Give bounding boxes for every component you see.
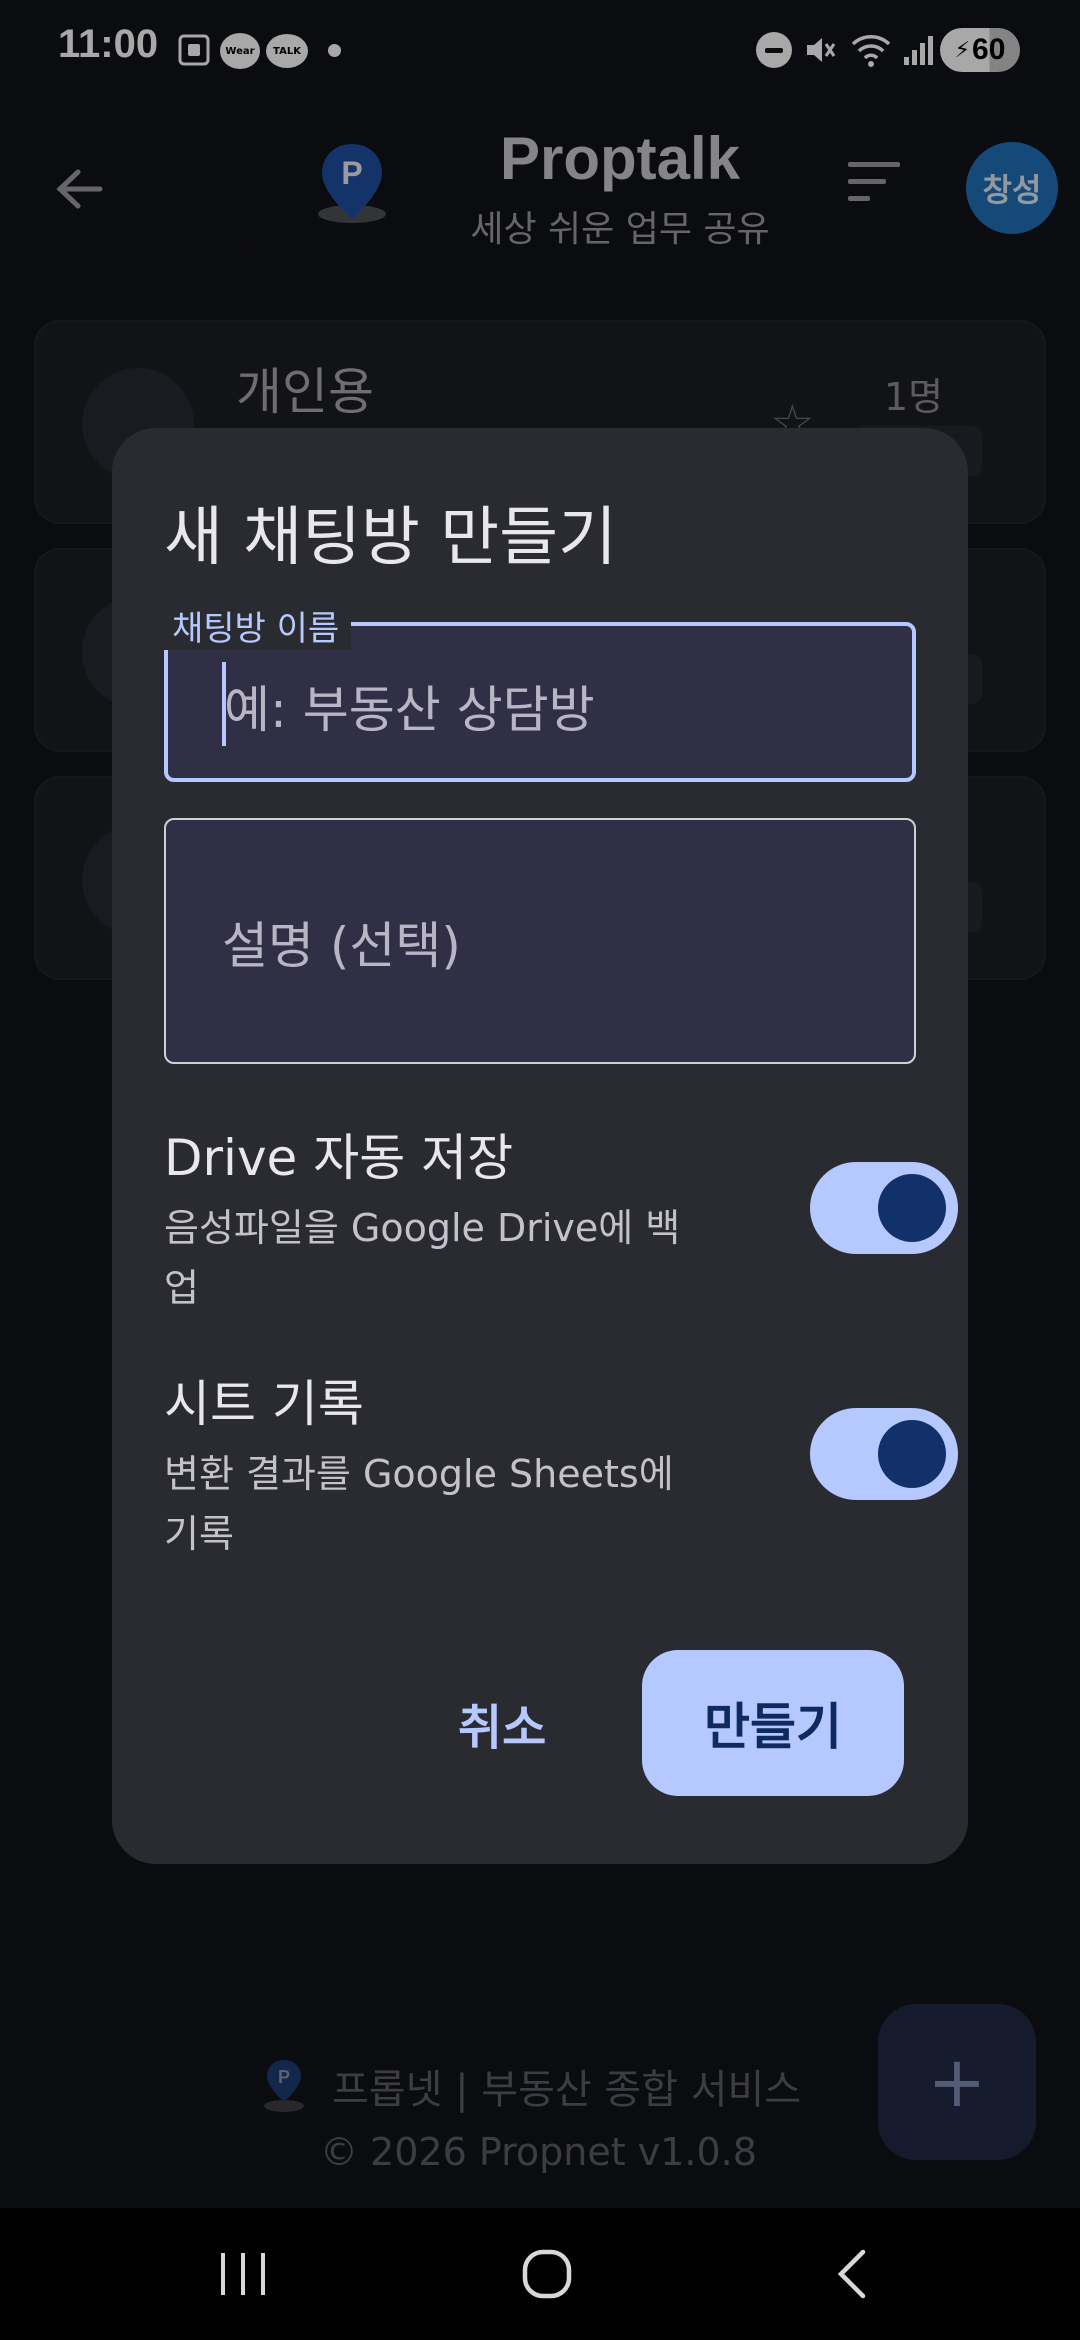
recent-apps-icon	[221, 2253, 225, 2295]
sheet-log-toggle[interactable]	[810, 1408, 958, 1500]
setting-title: Drive 자동 저장	[164, 1129, 514, 1187]
drive-autosave-setting: Drive 자동 저장 음성파일을 Google Drive에 백업	[164, 1118, 958, 1318]
create-room-dialog: 새 채팅방 만들기 예: 부동산 상담방 채팅방 이름 설명 (선택) Driv…	[112, 428, 968, 1864]
cancel-button[interactable]: 취소	[458, 1650, 546, 1796]
dialog-title: 새 채팅방 만들기	[164, 501, 617, 575]
chevron-left-icon	[837, 2249, 866, 2299]
toggle-knob	[878, 1174, 946, 1242]
description-field[interactable]: 설명 (선택)	[164, 818, 916, 1064]
nav-back-button[interactable]	[816, 2244, 886, 2304]
system-nav-bar	[0, 2208, 1080, 2340]
create-button[interactable]: 만들기	[642, 1650, 904, 1796]
room-name-placeholder: 예: 부동산 상담방	[224, 681, 595, 739]
drive-autosave-toggle[interactable]	[810, 1162, 958, 1254]
recent-apps-icon-bar	[261, 2253, 265, 2295]
recent-apps-button[interactable]	[208, 2244, 278, 2304]
sheet-log-setting: 시트 기록 변환 결과를 Google Sheets에 기록	[164, 1364, 958, 1564]
setting-title: 시트 기록	[164, 1375, 364, 1433]
description-placeholder: 설명 (선택)	[222, 917, 461, 975]
home-icon	[522, 2249, 572, 2299]
home-button[interactable]	[512, 2244, 582, 2304]
recent-apps-icon-bar	[241, 2253, 245, 2295]
room-name-label: 채팅방 이름	[160, 601, 352, 650]
toggle-knob	[878, 1420, 946, 1488]
setting-description: 변환 결과를 Google Sheets에 기록	[164, 1452, 674, 1556]
setting-description: 음성파일을 Google Drive에 백업	[164, 1206, 681, 1310]
